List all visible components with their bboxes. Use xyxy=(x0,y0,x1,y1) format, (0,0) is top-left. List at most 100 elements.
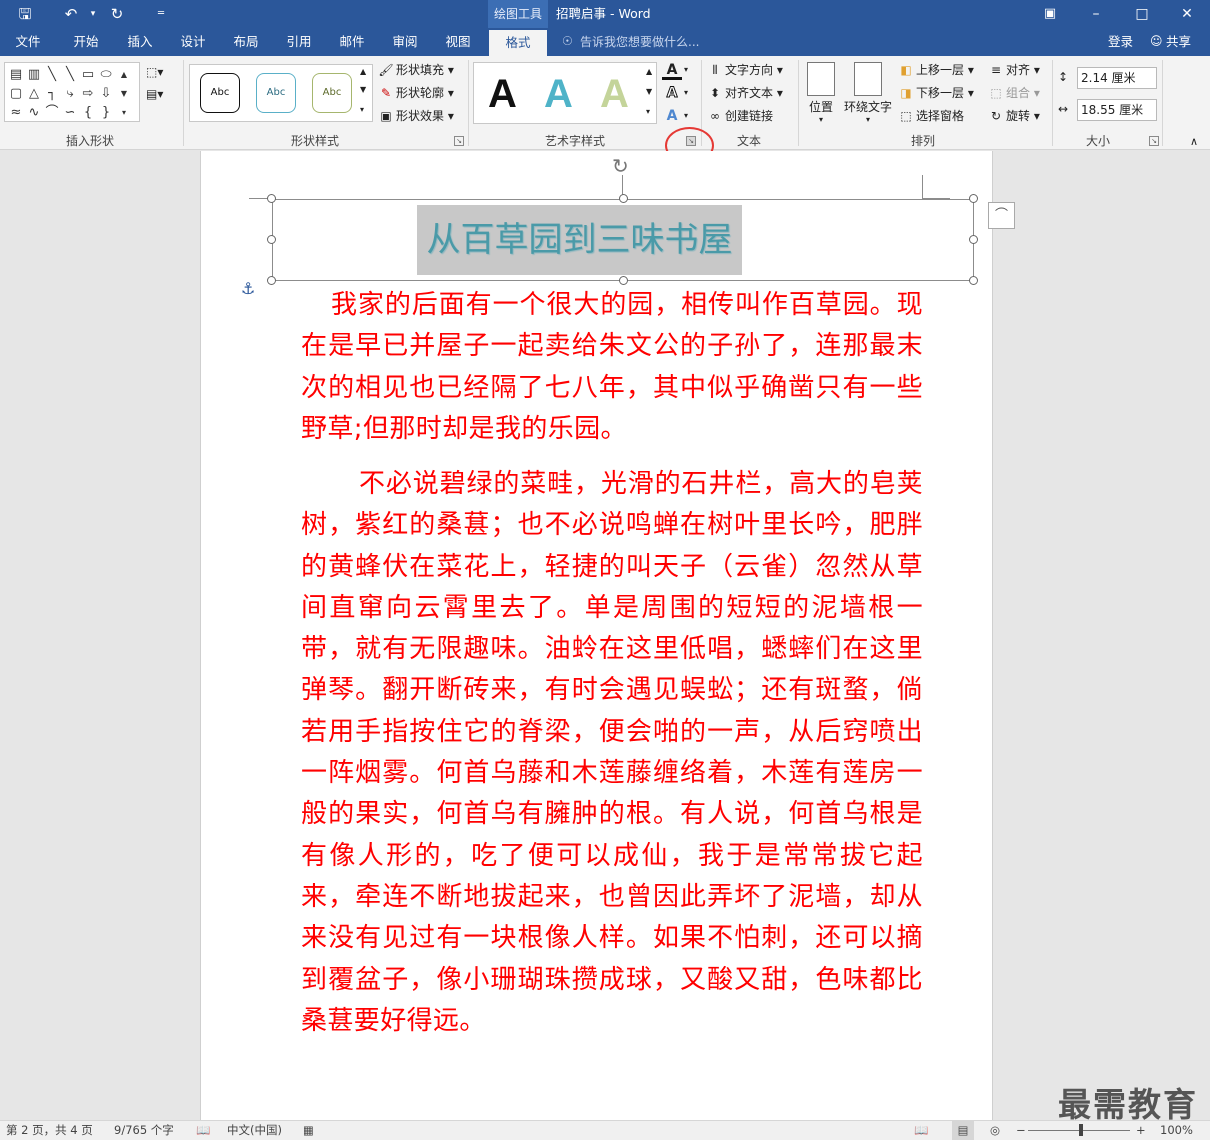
shape-style-sample-1[interactable]: Abc xyxy=(200,73,240,113)
tab-mailings[interactable]: 邮件 xyxy=(328,28,376,56)
resize-handle[interactable] xyxy=(619,276,628,285)
text-effects-dropdown-icon[interactable]: ▾ xyxy=(684,106,688,126)
zoom-level[interactable]: 100% xyxy=(1160,1121,1193,1140)
shape-style-sample-3[interactable]: Abc xyxy=(312,73,352,113)
minimize-icon[interactable]: – xyxy=(1073,0,1119,28)
vertical-textbox-shape-icon[interactable]: ▥ xyxy=(25,65,43,84)
tab-design[interactable]: 设计 xyxy=(169,28,217,56)
position-button[interactable]: 位置 ▾ xyxy=(804,62,838,124)
login-link[interactable]: 登录 xyxy=(1108,28,1133,56)
tab-insert[interactable]: 插入 xyxy=(116,28,164,56)
elbow-connector-icon[interactable]: ┐ xyxy=(43,84,61,103)
print-layout-icon[interactable]: ▤ xyxy=(952,1121,974,1140)
rotate-button[interactable]: ↻ 旋转 ▾ xyxy=(988,106,1040,126)
save-icon[interactable]: 🖫 xyxy=(12,3,38,25)
text-fill-dropdown-icon[interactable]: ▾ xyxy=(684,60,688,80)
layout-options-icon[interactable]: ⌒ xyxy=(988,202,1015,229)
draw-textbox-icon[interactable]: ▤▾ xyxy=(146,84,163,104)
dialog-launcher-icon[interactable]: ↘ xyxy=(454,136,464,146)
shapes-gallery[interactable]: ▤ ▥ ╲ ╲ ▭ ⬭ ▲ ▢ △ ┐ ⤷ ⇨ ⇩ ▼ ≈ ∿ ⌒ ∽ { } … xyxy=(4,62,140,122)
wrap-text-button[interactable]: 环绕文字 ▾ xyxy=(842,62,894,124)
selection-pane-button[interactable]: ⬚ 选择窗格 xyxy=(898,106,964,126)
tab-layout[interactable]: 布局 xyxy=(222,28,270,56)
resize-handle[interactable] xyxy=(267,276,276,285)
gallery-down-icon[interactable]: ▼ xyxy=(646,82,652,102)
web-layout-icon[interactable]: ◎ xyxy=(990,1121,1000,1140)
undo-dropdown-icon[interactable]: ▾ xyxy=(80,3,106,25)
tab-review[interactable]: 审阅 xyxy=(381,28,429,56)
down-arrow-shape-icon[interactable]: ⇩ xyxy=(97,84,115,103)
tab-file[interactable]: 文件 xyxy=(4,28,52,56)
tell-me-search[interactable]: 告诉我您想要做什么... xyxy=(580,28,699,56)
scribble-shape-icon[interactable]: ∽ xyxy=(61,103,79,122)
gallery-more-icon[interactable]: ▾ xyxy=(646,102,650,122)
page-count[interactable]: 第 2 页，共 4 页 xyxy=(6,1121,93,1140)
maximize-icon[interactable]: □ xyxy=(1119,0,1165,28)
gallery-more-icon[interactable]: ▾ xyxy=(115,103,133,122)
line-shape-icon[interactable]: ╲ xyxy=(43,65,61,84)
ribbon-display-options-icon[interactable]: ▣ xyxy=(1027,0,1073,28)
text-fill-icon[interactable]: A xyxy=(662,60,682,80)
resize-handle[interactable] xyxy=(969,276,978,285)
send-backward-button[interactable]: ◨ 下移一层 ▾ xyxy=(898,83,974,103)
resize-handle[interactable] xyxy=(267,194,276,203)
tab-references[interactable]: 引用 xyxy=(275,28,323,56)
width-field[interactable]: 18.55 厘米 xyxy=(1077,99,1157,121)
shape-outline-button[interactable]: ✎ 形状轮廓 ▾ xyxy=(378,83,454,103)
gallery-down-icon[interactable]: ▼ xyxy=(360,80,366,100)
height-field[interactable]: 2.14 厘米 xyxy=(1077,67,1157,89)
shape-fill-button[interactable]: 🖌 形状填充 ▾ xyxy=(378,60,453,80)
tab-format[interactable]: 格式 xyxy=(489,30,547,56)
line-shape-icon[interactable]: ╲ xyxy=(61,65,79,84)
read-mode-icon[interactable]: 📖 xyxy=(914,1121,928,1140)
align-text-button[interactable]: ⬍ 对齐文本 ▾ xyxy=(707,83,783,103)
gallery-up-icon[interactable]: ▲ xyxy=(360,62,366,82)
size-dialog-launcher-icon[interactable]: ↘ xyxy=(1149,136,1159,146)
left-brace-icon[interactable]: { xyxy=(79,103,97,122)
wordart-sample-teal[interactable]: A xyxy=(544,69,573,119)
right-brace-icon[interactable]: } xyxy=(97,103,115,122)
create-link-button[interactable]: ∞ 创建链接 xyxy=(707,106,773,126)
gallery-up-icon[interactable]: ▲ xyxy=(646,62,652,82)
rounded-rect-shape-icon[interactable]: ▢ xyxy=(7,84,25,103)
triangle-shape-icon[interactable]: △ xyxy=(25,84,43,103)
elbow-arrow-icon[interactable]: ⤷ xyxy=(61,84,79,103)
bring-forward-button[interactable]: ◧ 上移一层 ▾ xyxy=(898,60,974,80)
collapse-ribbon-icon[interactable]: ∧ xyxy=(1190,132,1198,152)
rectangle-shape-icon[interactable]: ▭ xyxy=(79,65,97,84)
group-button[interactable]: ⬚ 组合 ▾ xyxy=(988,83,1040,103)
resize-handle[interactable] xyxy=(969,235,978,244)
text-outline-icon[interactable]: A xyxy=(662,83,682,103)
shape-style-sample-2[interactable]: Abc xyxy=(256,73,296,113)
shape-styles-gallery[interactable]: Abc Abc Abc xyxy=(189,64,373,122)
word-count[interactable]: 9/765 个字 xyxy=(114,1121,174,1140)
text-outline-dropdown-icon[interactable]: ▾ xyxy=(684,83,688,103)
share-button[interactable]: 共享 xyxy=(1166,28,1191,56)
language-indicator[interactable]: 中文(中国) xyxy=(227,1121,282,1140)
zoom-out-icon[interactable]: − xyxy=(1016,1121,1026,1140)
text-direction-button[interactable]: ⫴ 文字方向 ▾ xyxy=(707,60,782,80)
wordart-title[interactable]: 从百草园到三味书屋 xyxy=(417,205,742,275)
text-effects-icon[interactable]: A xyxy=(662,106,682,126)
curve-shape-icon[interactable]: ∿ xyxy=(25,103,43,122)
freeform-shape-icon[interactable]: ≈ xyxy=(7,103,25,122)
gallery-scroll-down-icon[interactable]: ▼ xyxy=(115,84,133,103)
tab-view[interactable]: 视图 xyxy=(434,28,482,56)
arc-shape-icon[interactable]: ⌒ xyxy=(43,103,61,122)
close-icon[interactable]: ✕ xyxy=(1164,0,1210,28)
macro-icon[interactable]: ▦ xyxy=(303,1121,314,1140)
resize-handle[interactable] xyxy=(619,194,628,203)
align-button[interactable]: ≡ 对齐 ▾ xyxy=(988,60,1040,80)
zoom-in-icon[interactable]: + xyxy=(1136,1121,1146,1140)
shape-effects-button[interactable]: ▣ 形状效果 ▾ xyxy=(378,106,454,126)
right-arrow-shape-icon[interactable]: ⇨ xyxy=(79,84,97,103)
gallery-more-icon[interactable]: ▾ xyxy=(360,100,364,120)
wordart-sample-black[interactable]: A xyxy=(488,69,517,119)
resize-handle[interactable] xyxy=(267,235,276,244)
rotate-handle-icon[interactable]: ↻ xyxy=(612,154,629,178)
textbox-shape-icon[interactable]: ▤ xyxy=(7,65,25,84)
resize-handle[interactable] xyxy=(969,194,978,203)
proofing-icon[interactable]: 📖 xyxy=(196,1121,210,1140)
oval-shape-icon[interactable]: ⬭ xyxy=(97,65,115,84)
tab-home[interactable]: 开始 xyxy=(62,28,110,56)
